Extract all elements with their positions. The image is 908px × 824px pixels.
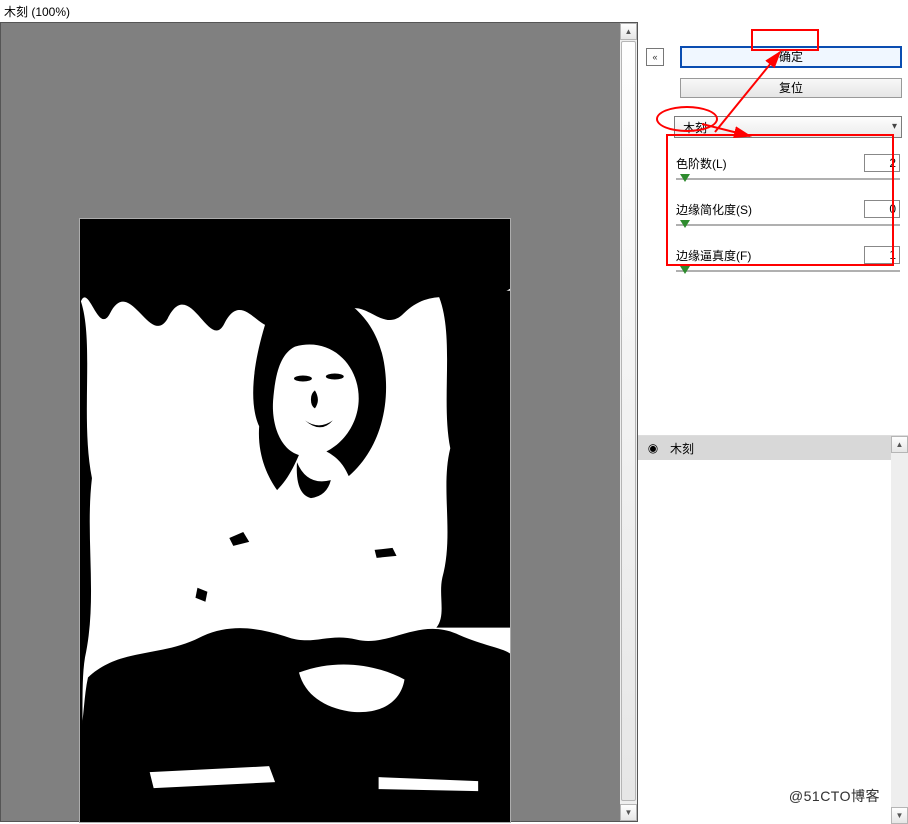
param-levels-label: 色阶数(L): [676, 155, 727, 172]
scroll-up-icon[interactable]: ▲: [891, 436, 908, 453]
param-simplify-input[interactable]: [864, 200, 900, 218]
filter-dropdown[interactable]: 木刻 ▾: [674, 116, 902, 138]
layer-label: 木刻: [670, 440, 694, 457]
settings-panel: « 确定 复位 木刻 ▾ 色阶数(L): [638, 22, 908, 824]
layers-scrollbar[interactable]: ▲ ▼: [891, 436, 908, 824]
slider-thumb-icon[interactable]: [680, 266, 690, 274]
param-levels-input[interactable]: [864, 154, 900, 172]
layer-row[interactable]: ◉ 木刻: [638, 436, 908, 460]
param-simplify: 边缘简化度(S): [676, 200, 900, 230]
visibility-icon[interactable]: ◉: [644, 441, 662, 455]
filter-selected: 木刻: [683, 121, 707, 135]
scroll-down-icon[interactable]: ▼: [620, 804, 637, 821]
param-levels: 色阶数(L): [676, 154, 900, 184]
chevron-down-icon: ▾: [892, 121, 897, 132]
preview-image: [79, 218, 511, 823]
reset-button[interactable]: 复位: [680, 78, 902, 98]
watermark: @51CTO博客: [789, 786, 880, 806]
scroll-down-icon[interactable]: ▼: [891, 807, 908, 824]
preview-scrollbar[interactable]: ▲ ▼: [620, 23, 637, 821]
param-fidelity-slider[interactable]: [676, 266, 900, 276]
param-fidelity: 边缘逼真度(F): [676, 246, 900, 276]
window-title: 木刻 (100%): [0, 0, 908, 22]
preview-svg: [80, 219, 510, 822]
preview-area: ▲ ▼: [0, 22, 638, 822]
filter-params: 色阶数(L) 边缘简化度(S): [674, 148, 902, 427]
param-simplify-slider[interactable]: [676, 220, 900, 230]
param-fidelity-label: 边缘逼真度(F): [676, 247, 751, 264]
rollup-button[interactable]: «: [646, 48, 664, 66]
param-simplify-label: 边缘简化度(S): [676, 201, 752, 218]
ok-button[interactable]: 确定: [680, 46, 902, 68]
scroll-up-icon[interactable]: ▲: [620, 23, 637, 40]
layers-panel: ◉ 木刻 ▲ ▼: [638, 435, 908, 824]
slider-thumb-icon[interactable]: [680, 220, 690, 228]
param-fidelity-input[interactable]: [864, 246, 900, 264]
scroll-thumb[interactable]: [621, 41, 636, 801]
param-levels-slider[interactable]: [676, 174, 900, 184]
slider-thumb-icon[interactable]: [680, 174, 690, 182]
